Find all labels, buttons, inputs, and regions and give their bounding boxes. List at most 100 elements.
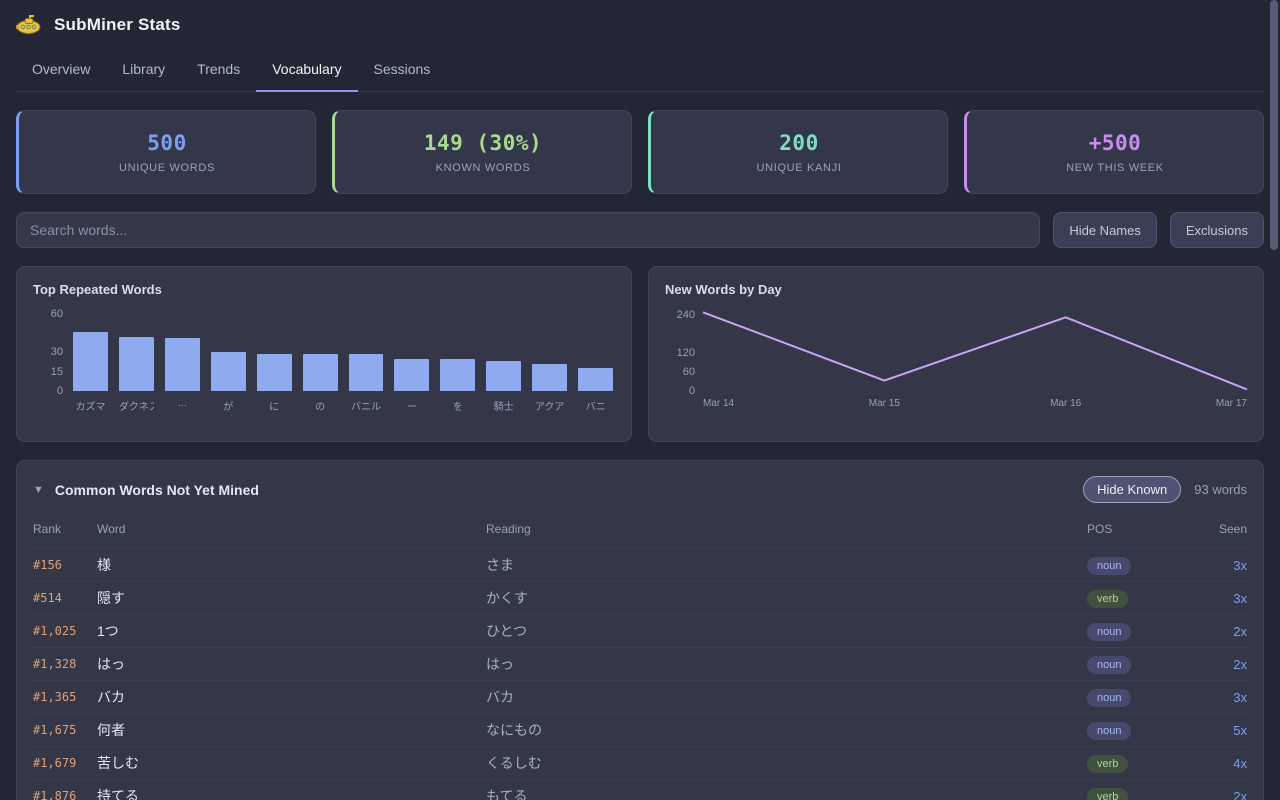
x-tick-label: … bbox=[165, 398, 200, 413]
word-rank: #1,365 bbox=[33, 690, 97, 704]
table-row[interactable]: #1,876持てるもてるverb 2x bbox=[33, 780, 1247, 800]
word-reading: もてる bbox=[486, 786, 1087, 800]
bar-ダクネス bbox=[119, 337, 154, 391]
stat-card-unique-kanji: 200 UNIQUE KANJI bbox=[648, 110, 948, 194]
word-reading: くるしむ bbox=[486, 753, 1087, 773]
column-header-word: Word bbox=[97, 522, 486, 536]
word-text: はっ bbox=[97, 654, 486, 674]
stat-label: UNIQUE KANJI bbox=[757, 162, 842, 174]
word-rank: #1,876 bbox=[33, 789, 97, 800]
bar-ー bbox=[394, 359, 429, 391]
pos-badge: verb bbox=[1087, 788, 1128, 800]
stat-card-unique-words: 500 UNIQUE WORDS bbox=[16, 110, 316, 194]
y-tick-label: 15 bbox=[51, 366, 63, 378]
submarine-icon bbox=[16, 14, 42, 36]
chart-title: Top Repeated Words bbox=[33, 282, 615, 297]
table-row[interactable]: #156様さまnoun3x bbox=[33, 549, 1247, 582]
word-reading: なにもの bbox=[486, 720, 1087, 740]
hide-known-button[interactable]: Hide Known bbox=[1083, 476, 1181, 503]
app-header: SubMiner Stats bbox=[16, 0, 1264, 36]
pos-badge: noun bbox=[1087, 722, 1131, 740]
x-tick-label: の bbox=[303, 398, 338, 413]
x-tick-label: に bbox=[257, 398, 292, 413]
tab-overview[interactable]: Overview bbox=[16, 52, 106, 92]
bar-chart-x-labels: カズマダクネス…がにのバニルーを騎士アクアバニ bbox=[71, 398, 615, 413]
pos-badge: noun bbox=[1087, 623, 1131, 641]
column-header-pos: POS bbox=[1087, 522, 1189, 536]
word-text: バカ bbox=[97, 687, 486, 707]
word-reading: ひとつ bbox=[486, 621, 1087, 641]
bar-chart-y-axis: 0153060 bbox=[33, 311, 71, 391]
word-text: 様 bbox=[97, 555, 486, 575]
stat-label: UNIQUE WORDS bbox=[119, 162, 215, 174]
table-row[interactable]: #1,328はっはっnoun2x bbox=[33, 648, 1247, 681]
x-tick-label: が bbox=[211, 398, 246, 413]
seen-count: 3x bbox=[1189, 690, 1247, 705]
tab-trends[interactable]: Trends bbox=[181, 52, 256, 92]
pos-badge: noun bbox=[1087, 689, 1131, 707]
bar-chart-plot bbox=[71, 311, 615, 391]
bar-を bbox=[440, 359, 475, 391]
table-row[interactable]: #1,365バカバカnoun3x bbox=[33, 681, 1247, 714]
tab-library[interactable]: Library bbox=[106, 52, 181, 92]
collapse-caret-icon[interactable]: ▼ bbox=[33, 484, 44, 496]
bar-バニ bbox=[578, 368, 613, 391]
stat-label: NEW THIS WEEK bbox=[1066, 162, 1164, 174]
x-tick-label: を bbox=[440, 398, 475, 413]
x-tick-label: カズマ bbox=[73, 398, 108, 413]
exclusions-button[interactable]: Exclusions bbox=[1170, 212, 1264, 248]
x-tick-label: ー bbox=[394, 398, 429, 413]
seen-count: 3x bbox=[1189, 558, 1247, 573]
stats-row: 500 UNIQUE WORDS 149 (30%) KNOWN WORDS 2… bbox=[16, 110, 1264, 194]
y-tick-label: 0 bbox=[57, 385, 63, 397]
x-tick-label: Mar 17 bbox=[1216, 398, 1247, 409]
pos-badge: verb bbox=[1087, 590, 1128, 608]
y-tick-label: 120 bbox=[677, 347, 695, 359]
bar-が bbox=[211, 352, 246, 391]
column-header-rank: Rank bbox=[33, 522, 97, 536]
table-title: Common Words Not Yet Mined bbox=[55, 482, 259, 498]
word-text: 苦しむ bbox=[97, 753, 486, 773]
seen-count: 2x bbox=[1189, 624, 1247, 639]
app-title: SubMiner Stats bbox=[54, 15, 181, 35]
line-chart-plot bbox=[703, 311, 1247, 391]
word-count: 93 words bbox=[1194, 482, 1247, 497]
pos-badge: noun bbox=[1087, 656, 1131, 674]
common-words-panel: ▼ Common Words Not Yet Mined Hide Known … bbox=[16, 460, 1264, 800]
word-rank: #1,328 bbox=[33, 657, 97, 671]
top-repeated-words-chart: Top Repeated Words 0153060 カズマダクネス…がにのバニ… bbox=[16, 266, 632, 442]
y-tick-label: 60 bbox=[683, 366, 695, 378]
scrollbar-thumb[interactable] bbox=[1270, 0, 1278, 250]
table-row[interactable]: #514隠すかくすverb3x bbox=[33, 582, 1247, 615]
search-input[interactable] bbox=[16, 212, 1040, 248]
tab-vocabulary[interactable]: Vocabulary bbox=[256, 52, 357, 92]
column-header-reading: Reading bbox=[486, 522, 1087, 536]
bar-の bbox=[303, 354, 338, 391]
stat-card-known-words: 149 (30%) KNOWN WORDS bbox=[332, 110, 632, 194]
word-rank: #514 bbox=[33, 591, 97, 605]
charts-row: Top Repeated Words 0153060 カズマダクネス…がにのバニ… bbox=[16, 266, 1264, 442]
word-text: 持てる bbox=[97, 786, 486, 800]
new-words-by-day-chart: New Words by Day 060120240 Mar 14Mar 15M… bbox=[648, 266, 1264, 442]
bar-アクア bbox=[532, 364, 567, 391]
seen-count: 3x bbox=[1189, 591, 1247, 606]
hide-names-button[interactable]: Hide Names bbox=[1053, 212, 1157, 248]
stat-label: KNOWN WORDS bbox=[436, 162, 531, 174]
word-reading: バカ bbox=[486, 687, 1087, 707]
x-tick-label: Mar 16 bbox=[1050, 398, 1081, 409]
table-body: #156様さまnoun3x#514隠すかくすverb3x#1,0251つひとつn… bbox=[33, 549, 1247, 800]
seen-count: 2x bbox=[1189, 789, 1247, 800]
y-tick-label: 0 bbox=[689, 385, 695, 397]
word-rank: #1,679 bbox=[33, 756, 97, 770]
x-tick-label: バニ bbox=[578, 398, 613, 413]
table-row[interactable]: #1,0251つひとつnoun2x bbox=[33, 615, 1247, 648]
stat-value: +500 bbox=[1089, 131, 1142, 155]
seen-count: 5x bbox=[1189, 723, 1247, 738]
table-row[interactable]: #1,679苦しむくるしむverb4x bbox=[33, 747, 1247, 780]
tab-sessions[interactable]: Sessions bbox=[358, 52, 447, 92]
line-chart-y-axis: 060120240 bbox=[665, 311, 703, 391]
x-tick-label: 騎士 bbox=[486, 398, 521, 413]
table-row[interactable]: #1,675何者なにものnoun5x bbox=[33, 714, 1247, 747]
seen-count: 2x bbox=[1189, 657, 1247, 672]
page: SubMiner Stats Overview Library Trends V… bbox=[0, 0, 1280, 800]
